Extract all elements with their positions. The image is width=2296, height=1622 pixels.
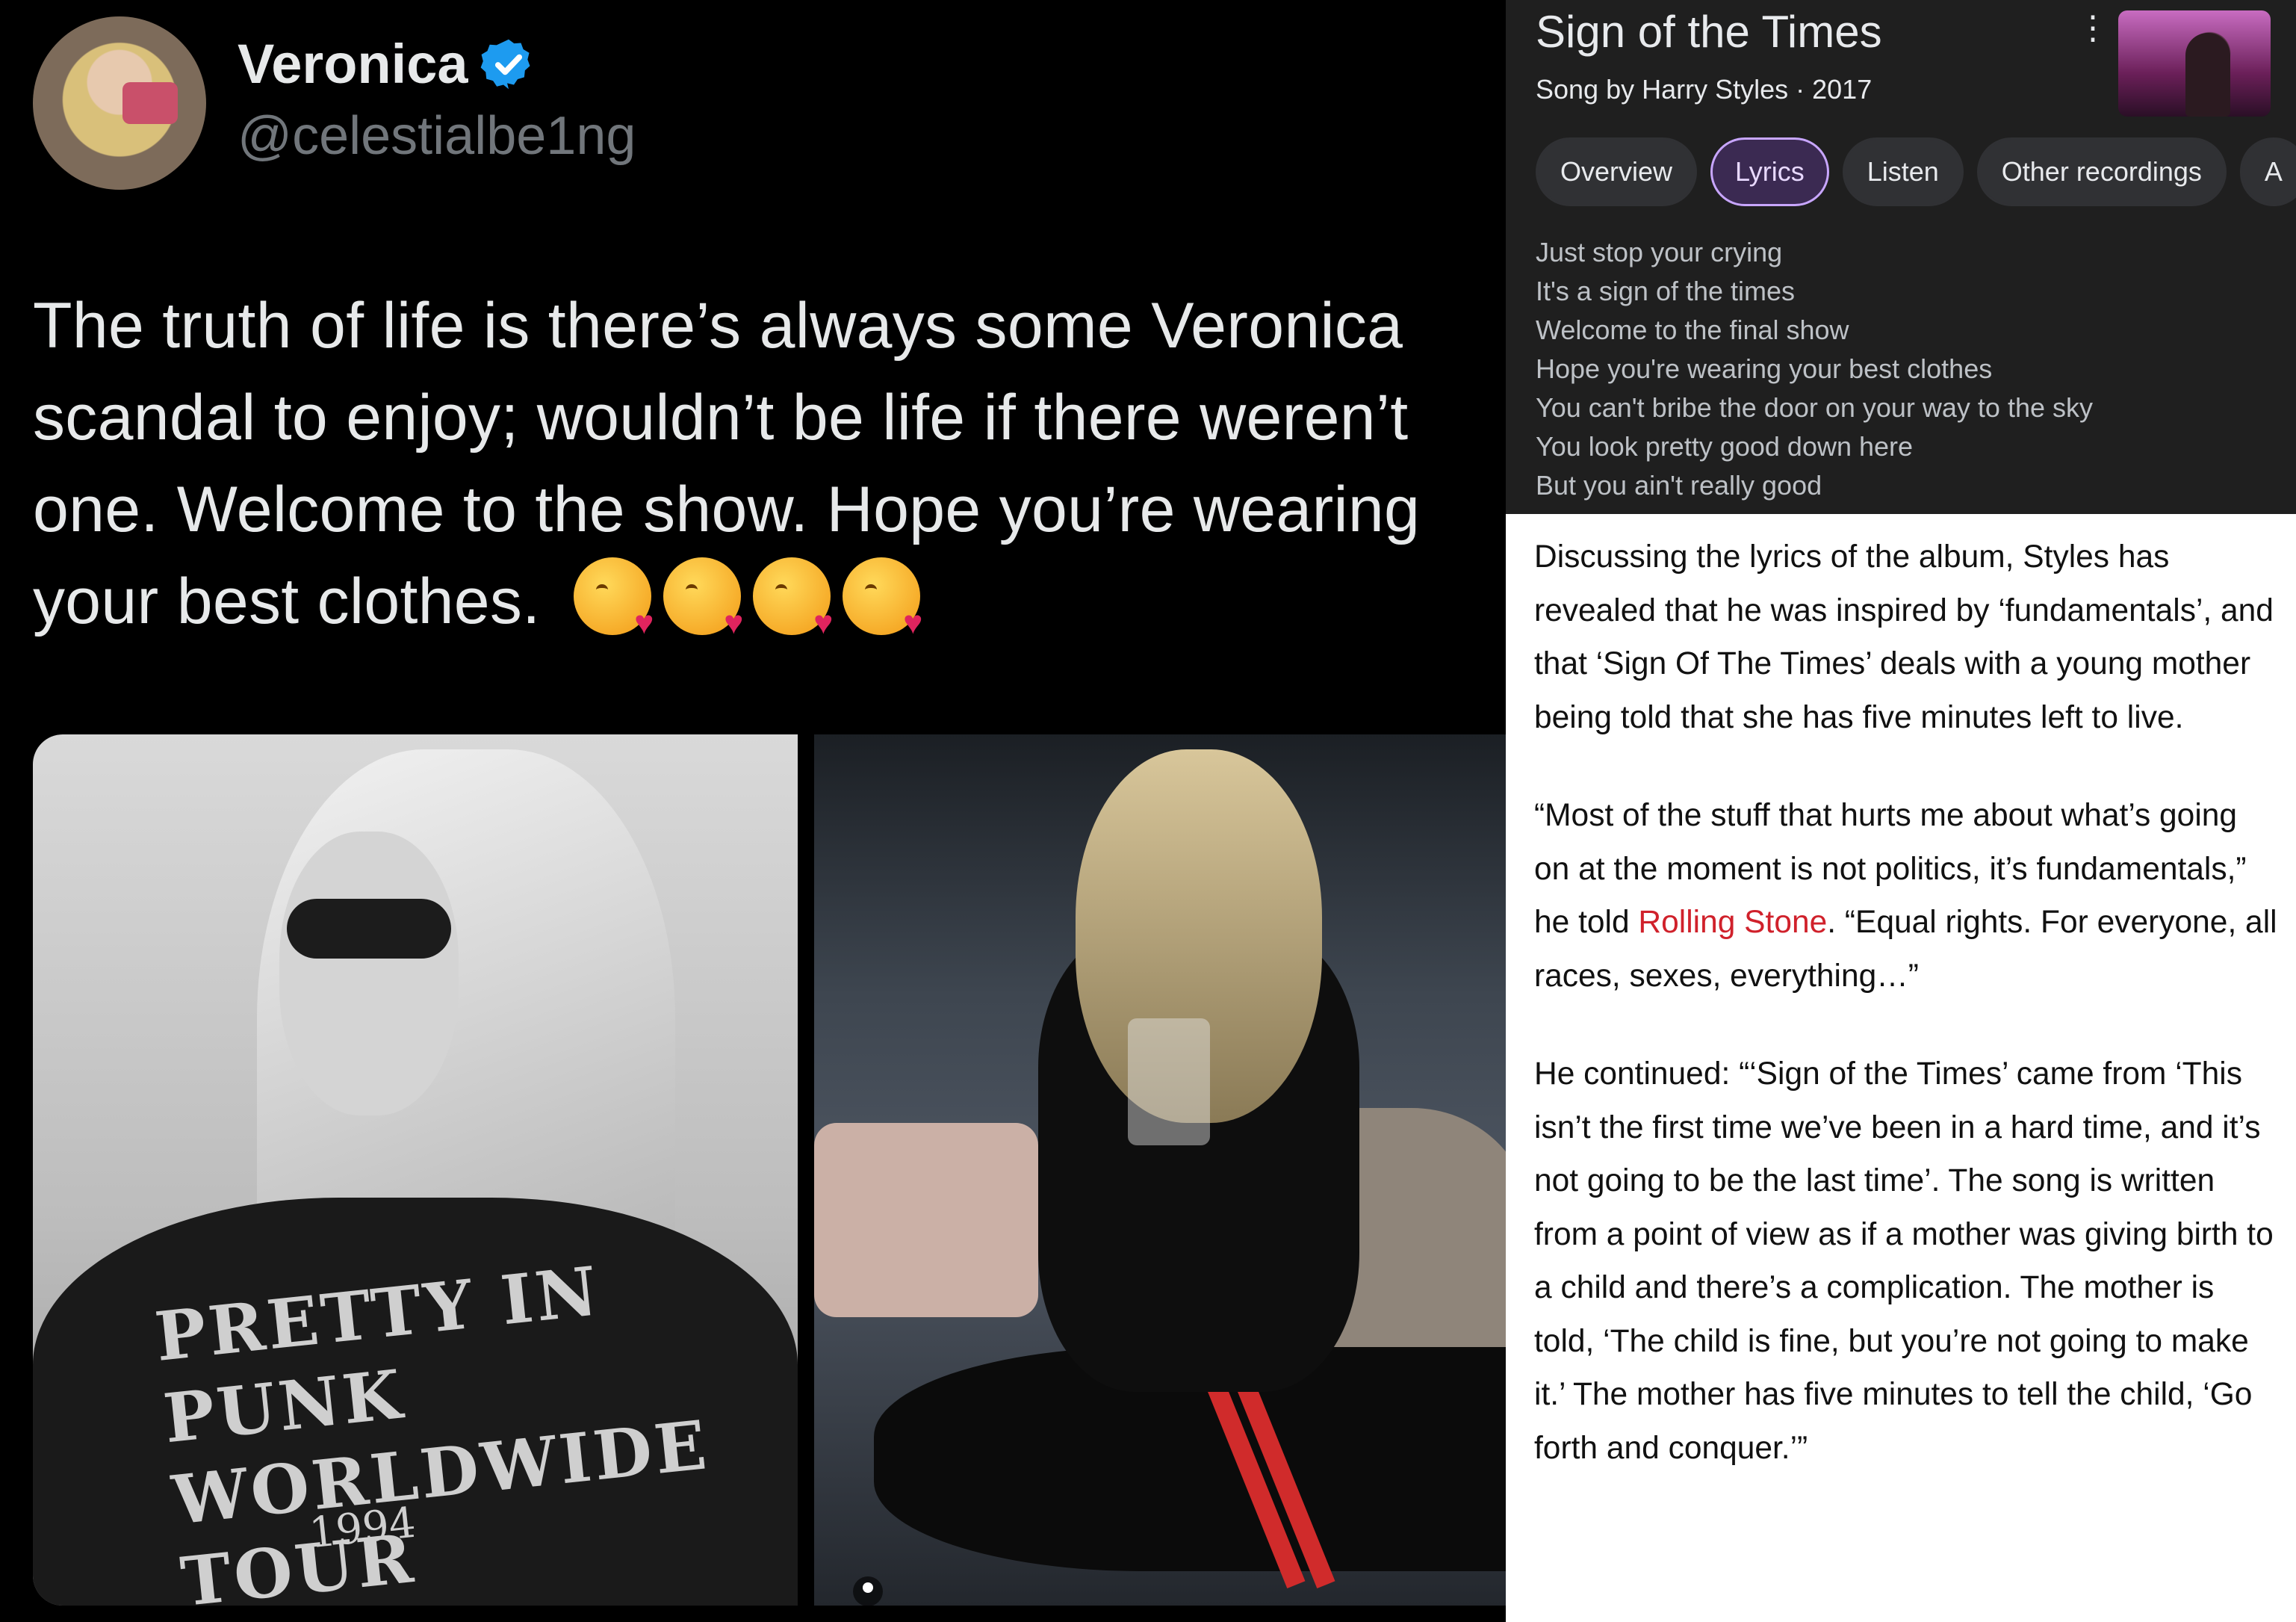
tab-overview[interactable]: Overview	[1536, 137, 1698, 206]
face-blowing-a-kiss-icon	[663, 557, 744, 640]
author-name-row[interactable]: Veronica	[238, 28, 537, 100]
lyric-line: You look pretty good down here	[1536, 431, 1914, 462]
drinking-glass	[1128, 1018, 1210, 1145]
avatar[interactable]	[33, 16, 206, 190]
lyric-line: Hope you're wearing your best clothes	[1536, 353, 1993, 384]
lyric-line: But you ain't really good	[1536, 470, 1822, 501]
author-handle[interactable]: @celestialbe1ng	[238, 100, 636, 172]
tweet-photo-1[interactable]: PRETTY IN PUNK WORLDWIDE TOUR 1994	[33, 734, 798, 1606]
article: Discussing the lyrics of the album, Styl…	[1506, 514, 2296, 1622]
rolling-stone-link[interactable]: Rolling Stone	[1638, 905, 1827, 940]
phone-case	[122, 82, 178, 124]
tab-truncated[interactable]: A	[2239, 137, 2296, 206]
tweet-text: The truth of life is there’s always some…	[33, 280, 1489, 648]
verified-badge-icon	[480, 39, 530, 90]
lyrics-snippet: Just stop your crying It's a sign of the…	[1536, 233, 2093, 505]
lyric-line: It's a sign of the times	[1536, 276, 1796, 306]
song-title: Sign of the Times	[1536, 7, 1882, 57]
lyric-line: Just stop your crying	[1536, 237, 1783, 267]
display-name[interactable]: Veronica	[238, 28, 468, 100]
article-paragraph: “Most of the stuff that hurts me about w…	[1534, 789, 2281, 1003]
song-thumbnail[interactable]	[2118, 10, 2271, 117]
tweet-photo-2[interactable]	[814, 734, 1506, 1606]
lyric-line: You can't bribe the door on your way to …	[1536, 392, 2093, 423]
tab-listen[interactable]: Listen	[1842, 137, 1964, 206]
emoji-row	[573, 557, 923, 640]
face-blowing-a-kiss-icon	[573, 557, 654, 640]
face-blowing-a-kiss-icon	[842, 557, 923, 640]
song-subtitle: Song by Harry Styles · 2017	[1536, 74, 1873, 105]
tab-lyrics[interactable]: Lyrics	[1710, 137, 1829, 206]
lyric-line: Welcome to the final show	[1536, 315, 1849, 345]
person-icon[interactable]	[853, 1576, 883, 1606]
tab-bar: Overview Lyrics Listen Other recordings …	[1536, 137, 2296, 206]
article-body: Discussing the lyrics of the album, Styl…	[1534, 530, 2281, 1520]
tab-other-recordings[interactable]: Other recordings	[1976, 137, 2227, 206]
tweet: Veronica @celestialbe1ng The truth of li…	[0, 0, 1506, 1622]
article-paragraph: He continued: “‘Sign of the Times’ came …	[1534, 1056, 2274, 1466]
article-paragraph: Discussing the lyrics of the album, Styl…	[1534, 539, 2274, 735]
more-options-icon[interactable]: ⋮	[2076, 12, 2109, 58]
face-blowing-a-kiss-icon	[752, 557, 834, 640]
sunglasses	[287, 899, 451, 959]
song-knowledge-panel: Sign of the Times Song by Harry Styles ·…	[1506, 0, 2296, 514]
tshirt-print: PRETTY IN PUNK WORLDWIDE TOUR	[151, 1251, 713, 1606]
